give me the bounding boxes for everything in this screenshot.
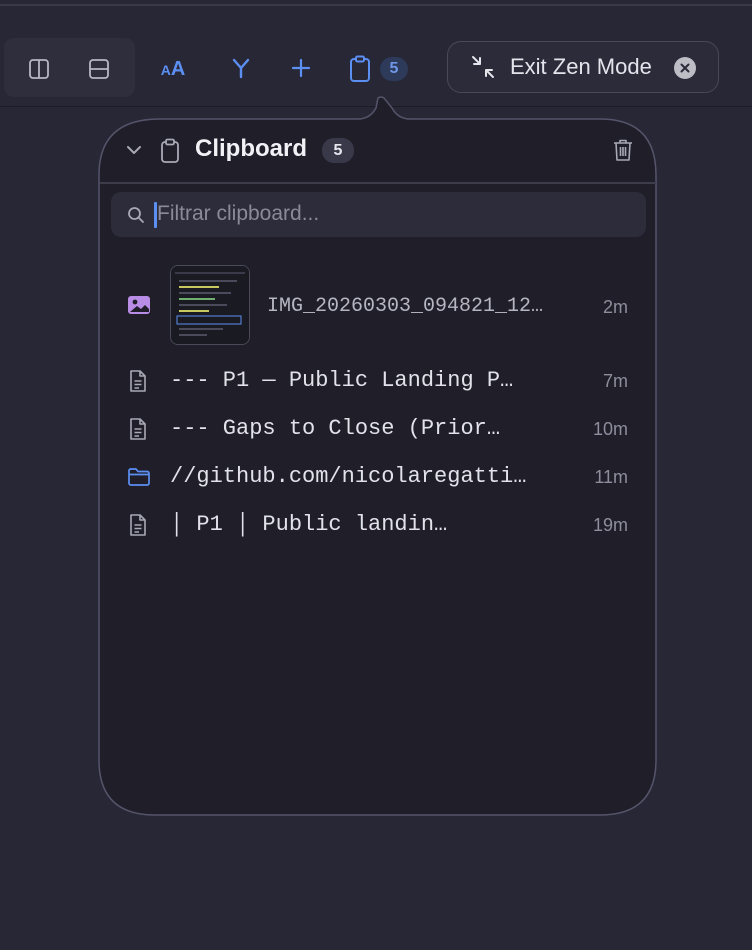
clipboard-item-text: //github.com/nicolaregatti… (170, 464, 527, 489)
popover-count-badge: 5 (322, 138, 354, 163)
split-horizontal-button[interactable] (82, 52, 116, 86)
clipboard-item[interactable]: //github.com/nicolaregatti… 11m (100, 459, 656, 495)
document-icon (127, 513, 149, 542)
branch-icon (232, 58, 250, 79)
document-icon (127, 417, 149, 446)
folder-icon (127, 467, 151, 492)
popover-title: Clipboard (195, 135, 307, 162)
toolbar-divider (0, 106, 752, 107)
clipboard-item[interactable]: IMG_20260303_094821_12… 2m (100, 265, 656, 347)
branch-button[interactable] (224, 50, 258, 86)
text-size-icon: AA (160, 57, 186, 80)
text-size-button[interactable]: AA (154, 52, 192, 86)
clipboard-item[interactable]: │ P1 │ Public landin… 19m (100, 507, 656, 543)
search-field[interactable] (111, 192, 646, 237)
exit-zen-mode-button[interactable]: Exit Zen Mode (447, 41, 719, 93)
collapse-arrows-icon (472, 56, 494, 78)
document-icon (127, 369, 149, 398)
clipboard-icon (160, 138, 180, 169)
popover-header: Clipboard 5 (100, 119, 656, 183)
clipboard-item[interactable]: --- Gaps to Close (Prior… 10m (100, 411, 656, 447)
clipboard-button[interactable] (344, 52, 376, 86)
clipboard-item-time: 19m (592, 515, 628, 535)
clipboard-count-badge: 5 (380, 57, 408, 81)
clipboard-item-text: --- P1 — Public Landing P… (170, 368, 514, 393)
clipboard-item[interactable]: --- P1 — Public Landing P… 7m (100, 363, 656, 399)
image-icon (127, 295, 151, 320)
plus-icon (291, 58, 311, 78)
clipboard-icon (350, 55, 370, 82)
close-icon (674, 57, 696, 79)
split-horizontal-icon (89, 59, 109, 79)
collapse-chevron-button[interactable] (126, 143, 142, 161)
top-border (0, 4, 752, 6)
clipboard-item-time: 2m (602, 297, 628, 317)
search-icon (127, 206, 145, 229)
clipboard-item-time: 7m (602, 371, 628, 391)
clipboard-item-text: │ P1 │ Public landin… (170, 512, 448, 537)
split-vertical-button[interactable] (22, 52, 56, 86)
exit-zen-mode-label: Exit Zen Mode (510, 54, 652, 79)
search-input[interactable] (157, 198, 627, 230)
header-divider (100, 182, 656, 184)
clipboard-item-text: IMG_20260303_094821_12… (267, 295, 544, 318)
clipboard-item-time: 11m (594, 467, 628, 487)
clear-clipboard-button[interactable] (612, 138, 634, 167)
split-vertical-icon (29, 59, 49, 79)
chevron-down-icon (127, 146, 141, 154)
clipboard-item-text: --- Gaps to Close (Prior… (170, 416, 501, 441)
image-thumbnail (170, 265, 250, 345)
add-button[interactable] (284, 51, 318, 85)
clipboard-popover: Clipboard 5 Filtrar clipboard... IMG_202… (100, 119, 656, 815)
trash-icon (614, 139, 632, 161)
clipboard-item-time: 10m (592, 419, 628, 439)
